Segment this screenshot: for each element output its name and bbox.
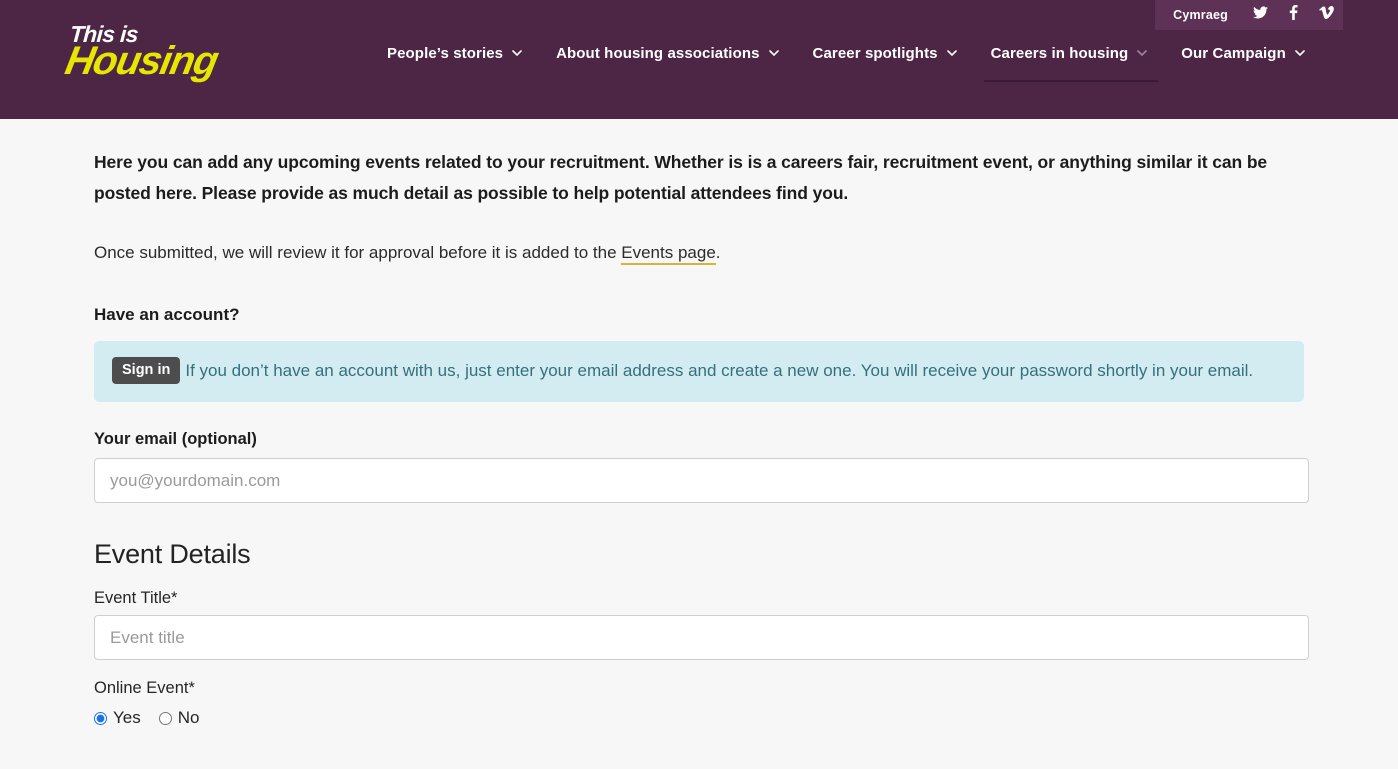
nav-label: Our Campaign	[1181, 44, 1286, 62]
vimeo-icon	[1319, 5, 1334, 24]
twitter-icon-link[interactable]	[1244, 0, 1277, 30]
chevron-down-icon	[1137, 49, 1148, 57]
utility-bar: Cymraeg	[1155, 0, 1343, 30]
online-event-option-yes-label: Yes	[113, 708, 141, 727]
nav-item-peoples-stories[interactable]: People’s stories	[370, 40, 539, 66]
online-event-option-no[interactable]: No	[158, 708, 200, 728]
online-event-option-yes[interactable]: Yes	[94, 708, 141, 728]
event-title-field-label: Event Title*	[94, 589, 178, 607]
events-page-link[interactable]: Events page	[621, 243, 716, 265]
language-switch-cymraeg[interactable]: Cymraeg	[1155, 0, 1244, 30]
logo-line-housing: Housing	[61, 39, 222, 83]
main-navigation: People’s stories About housing associati…	[370, 40, 1378, 82]
chevron-down-icon	[512, 49, 522, 57]
nav-item-career-spotlights[interactable]: Career spotlights	[796, 40, 974, 66]
nav-item-about-housing-associations[interactable]: About housing associations	[539, 40, 795, 66]
submission-note: Once submitted, we will review it for ap…	[94, 209, 1304, 266]
site-logo[interactable]: This is Housing	[62, 21, 221, 94]
submission-note-text-after: .	[715, 243, 721, 262]
chevron-down-icon	[1295, 49, 1305, 57]
event-title-input[interactable]	[94, 615, 1309, 660]
have-an-account-heading: Have an account?	[94, 305, 240, 324]
site-header: Cymraeg This is Housing People’s stories…	[0, 0, 1398, 119]
submission-note-text-before: Once submitted, we will review it for ap…	[94, 243, 622, 262]
sign-in-info-box: Sign in If you don’t have an account with…	[94, 341, 1304, 402]
intro-paragraph: Here you can add any upcoming events rel…	[94, 152, 1268, 203]
nav-label: People’s stories	[387, 44, 504, 62]
nav-item-our-campaign[interactable]: Our Campaign	[1164, 40, 1322, 66]
email-input[interactable]	[94, 458, 1309, 503]
sign-in-info-message: If you don’t have an account with us, ju…	[185, 361, 1254, 380]
facebook-icon	[1289, 5, 1298, 25]
sign-in-button[interactable]: Sign in	[112, 357, 181, 384]
nav-label: Careers in housing	[990, 44, 1129, 62]
online-event-radio-yes[interactable]	[94, 711, 107, 725]
twitter-icon	[1253, 6, 1268, 24]
chevron-down-icon	[946, 49, 957, 57]
chevron-down-icon	[768, 49, 779, 57]
event-details-heading: Event Details	[94, 539, 251, 569]
page-content: Here you can add any upcoming events rel…	[0, 119, 1398, 728]
online-event-option-no-label: No	[177, 708, 200, 727]
nav-label: Career spotlights	[812, 44, 938, 62]
online-event-radio-no[interactable]	[158, 711, 172, 725]
vimeo-icon-link[interactable]	[1310, 0, 1343, 30]
online-event-radio-group: Yes No	[94, 705, 1304, 728]
email-field-label: Your email (optional)	[94, 430, 257, 448]
facebook-icon-link[interactable]	[1277, 0, 1310, 30]
online-event-label: Online Event*	[94, 679, 195, 697]
nav-label: About housing associations	[556, 44, 760, 62]
nav-item-careers-in-housing[interactable]: Careers in housing	[974, 40, 1165, 82]
